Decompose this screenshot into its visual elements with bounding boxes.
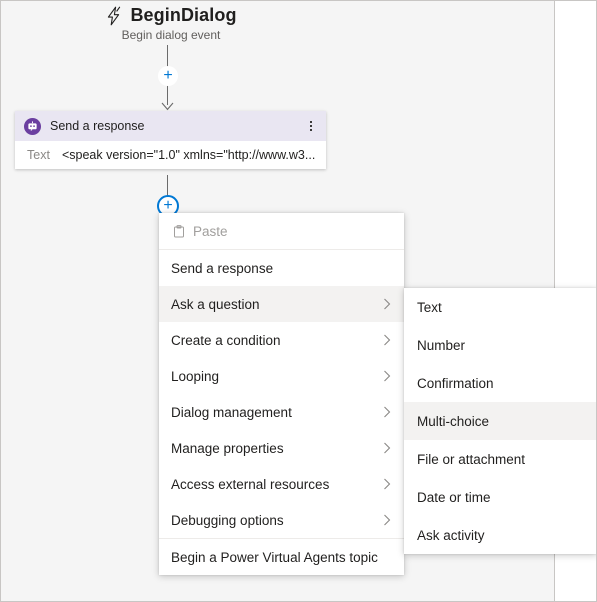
submenu-item-label: Confirmation xyxy=(417,375,494,391)
menu-item-label: Manage properties xyxy=(171,440,284,456)
plus-icon: + xyxy=(163,67,173,84)
menu-item-paste: Paste xyxy=(159,213,404,249)
chevron-right-icon xyxy=(380,298,394,310)
trigger-header: BeginDialog Begin dialog event xyxy=(1,5,341,42)
submenu-item-label: Text xyxy=(417,299,442,315)
menu-item-create-a-condition[interactable]: Create a condition xyxy=(159,322,404,358)
submenu-item-file-or-attachment[interactable]: File or attachment xyxy=(404,440,596,478)
submenu-item-text[interactable]: Text xyxy=(404,288,596,326)
menu-item-send-a-response[interactable]: Send a response xyxy=(159,250,404,286)
trigger-subtitle: Begin dialog event xyxy=(121,28,221,42)
menu-item-access-external-resources[interactable]: Access external resources xyxy=(159,466,404,502)
submenu-item-date-or-time[interactable]: Date or time xyxy=(404,478,596,516)
ask-a-question-submenu[interactable]: Text Number Confirmation Multi-choice Fi… xyxy=(404,288,596,554)
menu-item-dialog-management[interactable]: Dialog management xyxy=(159,394,404,430)
submenu-item-label: Ask activity xyxy=(417,527,485,543)
chevron-right-icon xyxy=(380,442,394,454)
chevron-right-icon xyxy=(380,406,394,418)
node-body[interactable]: Text <speak version="1.0" xmlns="http://… xyxy=(15,141,326,169)
submenu-item-label: Multi-choice xyxy=(417,413,490,429)
trigger-title-row: BeginDialog xyxy=(1,5,341,26)
menu-item-label: Ask a question xyxy=(171,296,260,312)
add-node-button-top[interactable]: + xyxy=(158,66,178,86)
lightning-bolt-icon xyxy=(105,6,123,26)
menu-item-label: Dialog management xyxy=(171,404,292,420)
menu-item-looping[interactable]: Looping xyxy=(159,358,404,394)
menu-item-label: Paste xyxy=(193,223,228,239)
node-header[interactable]: Send a response xyxy=(15,111,326,141)
menu-item-label: Create a condition xyxy=(171,332,281,348)
submenu-item-label: File or attachment xyxy=(417,451,526,467)
node-title: Send a response xyxy=(50,119,145,133)
dialog-authoring-canvas-screen: BeginDialog Begin dialog event + Send a … xyxy=(0,0,597,602)
menu-item-label: Begin a Power Virtual Agents topic xyxy=(171,549,378,565)
submenu-item-multi-choice[interactable]: Multi-choice xyxy=(404,402,596,440)
submenu-item-label: Date or time xyxy=(417,489,491,505)
send-response-icon xyxy=(24,117,41,135)
node-field-label: Text xyxy=(27,148,50,162)
chevron-right-icon xyxy=(380,370,394,382)
plus-icon: + xyxy=(163,197,173,214)
menu-item-label: Access external resources xyxy=(171,476,330,492)
submenu-item-number[interactable]: Number xyxy=(404,326,596,364)
menu-item-manage-properties[interactable]: Manage properties xyxy=(159,430,404,466)
submenu-item-confirmation[interactable]: Confirmation xyxy=(404,364,596,402)
menu-item-label: Send a response xyxy=(171,260,274,276)
add-node-context-menu[interactable]: Paste Send a response Ask a question Cre… xyxy=(159,213,404,575)
chevron-right-icon xyxy=(380,334,394,346)
more-vertical-icon[interactable] xyxy=(304,116,318,136)
clipboard-icon xyxy=(171,224,187,238)
menu-item-debugging-options[interactable]: Debugging options xyxy=(159,502,404,538)
chevron-right-icon xyxy=(380,514,394,526)
submenu-item-label: Number xyxy=(417,337,466,353)
node-field-value: <speak version="1.0" xmlns="http://www.w… xyxy=(61,148,316,162)
menu-item-label: Debugging options xyxy=(171,512,284,528)
chevron-right-icon xyxy=(380,478,394,490)
connector-arrowhead xyxy=(161,98,174,111)
menu-item-ask-a-question[interactable]: Ask a question xyxy=(159,286,404,322)
menu-item-label: Looping xyxy=(171,368,220,384)
send-a-response-node[interactable]: Send a response Text <speak version="1.0… xyxy=(15,111,326,169)
menu-item-begin-a-power-virtual-agents-topic[interactable]: Begin a Power Virtual Agents topic xyxy=(159,539,404,575)
trigger-title: BeginDialog xyxy=(130,5,237,25)
submenu-item-ask-activity[interactable]: Ask activity xyxy=(404,516,596,554)
